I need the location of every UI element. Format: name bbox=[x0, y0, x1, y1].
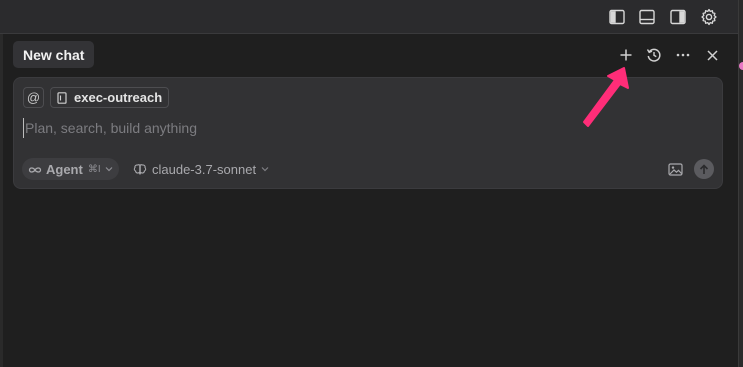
gear-icon[interactable] bbox=[699, 7, 719, 27]
more-options-button[interactable] bbox=[671, 43, 695, 67]
image-icon bbox=[667, 162, 683, 176]
sidebar-left-icon[interactable] bbox=[607, 7, 627, 27]
mode-label: Agent bbox=[46, 161, 83, 177]
left-panel-edge bbox=[0, 34, 3, 367]
close-icon bbox=[706, 49, 718, 61]
model-selector[interactable]: claude-3.7-sonnet bbox=[133, 158, 269, 180]
mention-button[interactable]: @ bbox=[23, 87, 44, 108]
mode-shortcut: ⌘I bbox=[87, 163, 101, 175]
send-button[interactable] bbox=[694, 159, 714, 179]
attach-image-button[interactable] bbox=[666, 161, 684, 177]
brain-icon bbox=[133, 163, 147, 175]
arrow-up-icon bbox=[699, 163, 709, 174]
prompt-input[interactable] bbox=[23, 118, 663, 138]
new-chat-button[interactable] bbox=[614, 43, 638, 67]
plus-icon bbox=[620, 49, 632, 61]
model-label: claude-3.7-sonnet bbox=[152, 161, 257, 177]
history-icon bbox=[646, 48, 661, 62]
indicator-dot bbox=[739, 62, 743, 70]
tab-new-chat[interactable]: New chat bbox=[13, 41, 95, 68]
history-button[interactable] bbox=[642, 43, 666, 67]
ellipsis-icon bbox=[676, 53, 690, 57]
chat-composer: @ exec-outreach Agent ⌘I claude-3.7-sonn… bbox=[13, 77, 723, 189]
panel-bottom-icon[interactable] bbox=[637, 7, 657, 27]
close-chat-button[interactable] bbox=[700, 43, 724, 67]
context-file-label: exec-outreach bbox=[74, 90, 163, 105]
mode-selector[interactable]: Agent ⌘I bbox=[22, 158, 119, 180]
at-icon: @ bbox=[26, 90, 41, 105]
file-icon bbox=[57, 91, 67, 104]
chevron-down-icon bbox=[105, 164, 113, 174]
tab-label: New chat bbox=[23, 46, 85, 63]
context-file-chip[interactable]: exec-outreach bbox=[50, 87, 170, 108]
window-toolbar bbox=[0, 0, 743, 34]
chevron-down-icon bbox=[261, 164, 269, 174]
sidebar-right-icon[interactable] bbox=[668, 7, 688, 27]
right-panel-edge bbox=[738, 0, 743, 367]
infinity-icon bbox=[28, 162, 42, 177]
